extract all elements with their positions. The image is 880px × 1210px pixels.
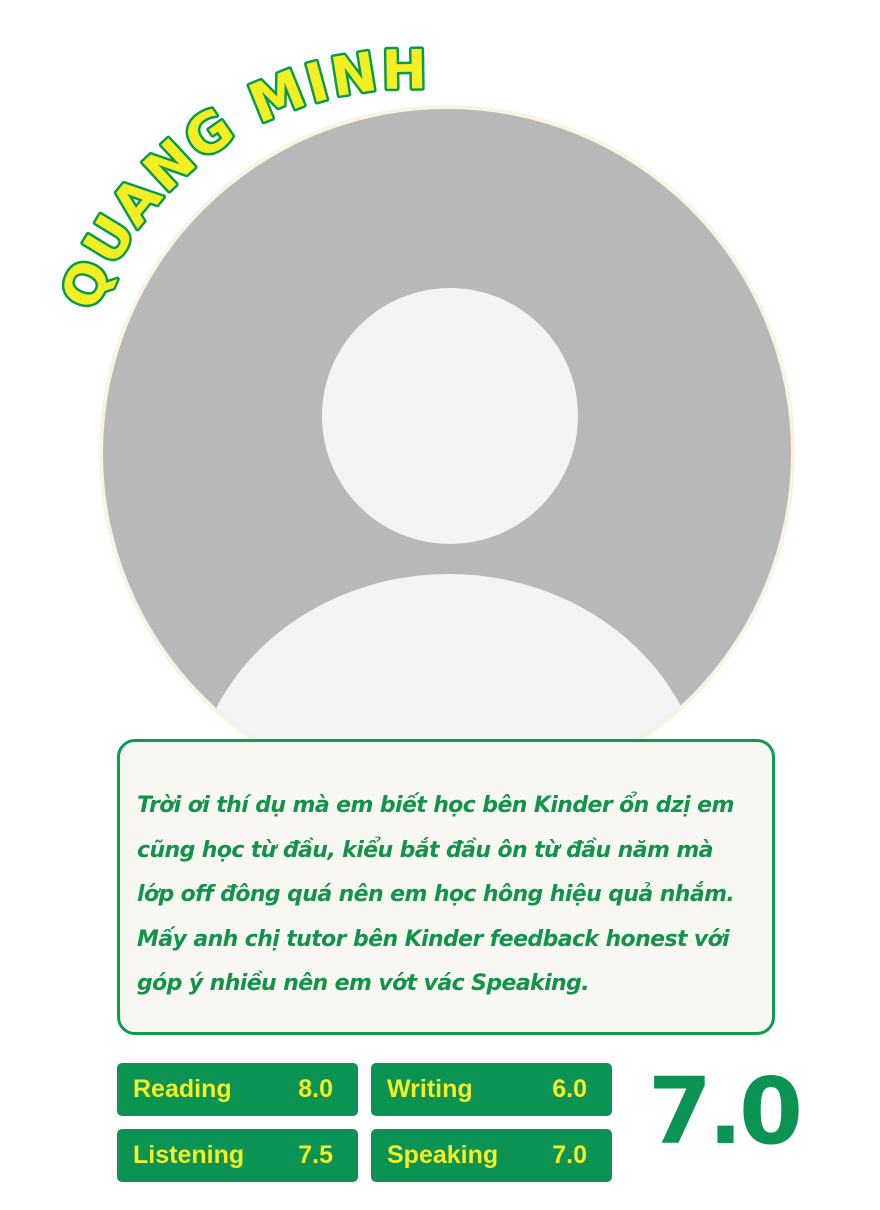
score-reading-value: 8.0 bbox=[298, 1075, 333, 1103]
score-speaking-label: Speaking bbox=[387, 1141, 499, 1169]
score-writing-value: 6.0 bbox=[552, 1075, 587, 1103]
testimonial-text: Trời ơi thí dụ mà em biết học bên Kinder… bbox=[137, 793, 735, 996]
score-listening: Listening 7.5 bbox=[117, 1129, 358, 1182]
overall-score: 7.0 bbox=[648, 1058, 803, 1165]
score-listening-value: 7.5 bbox=[298, 1141, 333, 1169]
score-listening-label: Listening bbox=[133, 1141, 245, 1169]
student-name-arc: QUANG MINH bbox=[46, 36, 430, 321]
student-name: QUANG MINH bbox=[48, 38, 430, 318]
score-reading: Reading 8.0 bbox=[117, 1063, 358, 1116]
score-speaking-value: 7.0 bbox=[552, 1141, 587, 1169]
score-writing: Writing 6.0 bbox=[371, 1063, 612, 1116]
score-reading-label: Reading bbox=[133, 1075, 232, 1103]
score-writing-label: Writing bbox=[387, 1075, 473, 1103]
score-speaking: Speaking 7.0 bbox=[371, 1129, 612, 1182]
testimonial-card: Trời ơi thí dụ mà em biết học bên Kinder… bbox=[117, 739, 775, 1035]
